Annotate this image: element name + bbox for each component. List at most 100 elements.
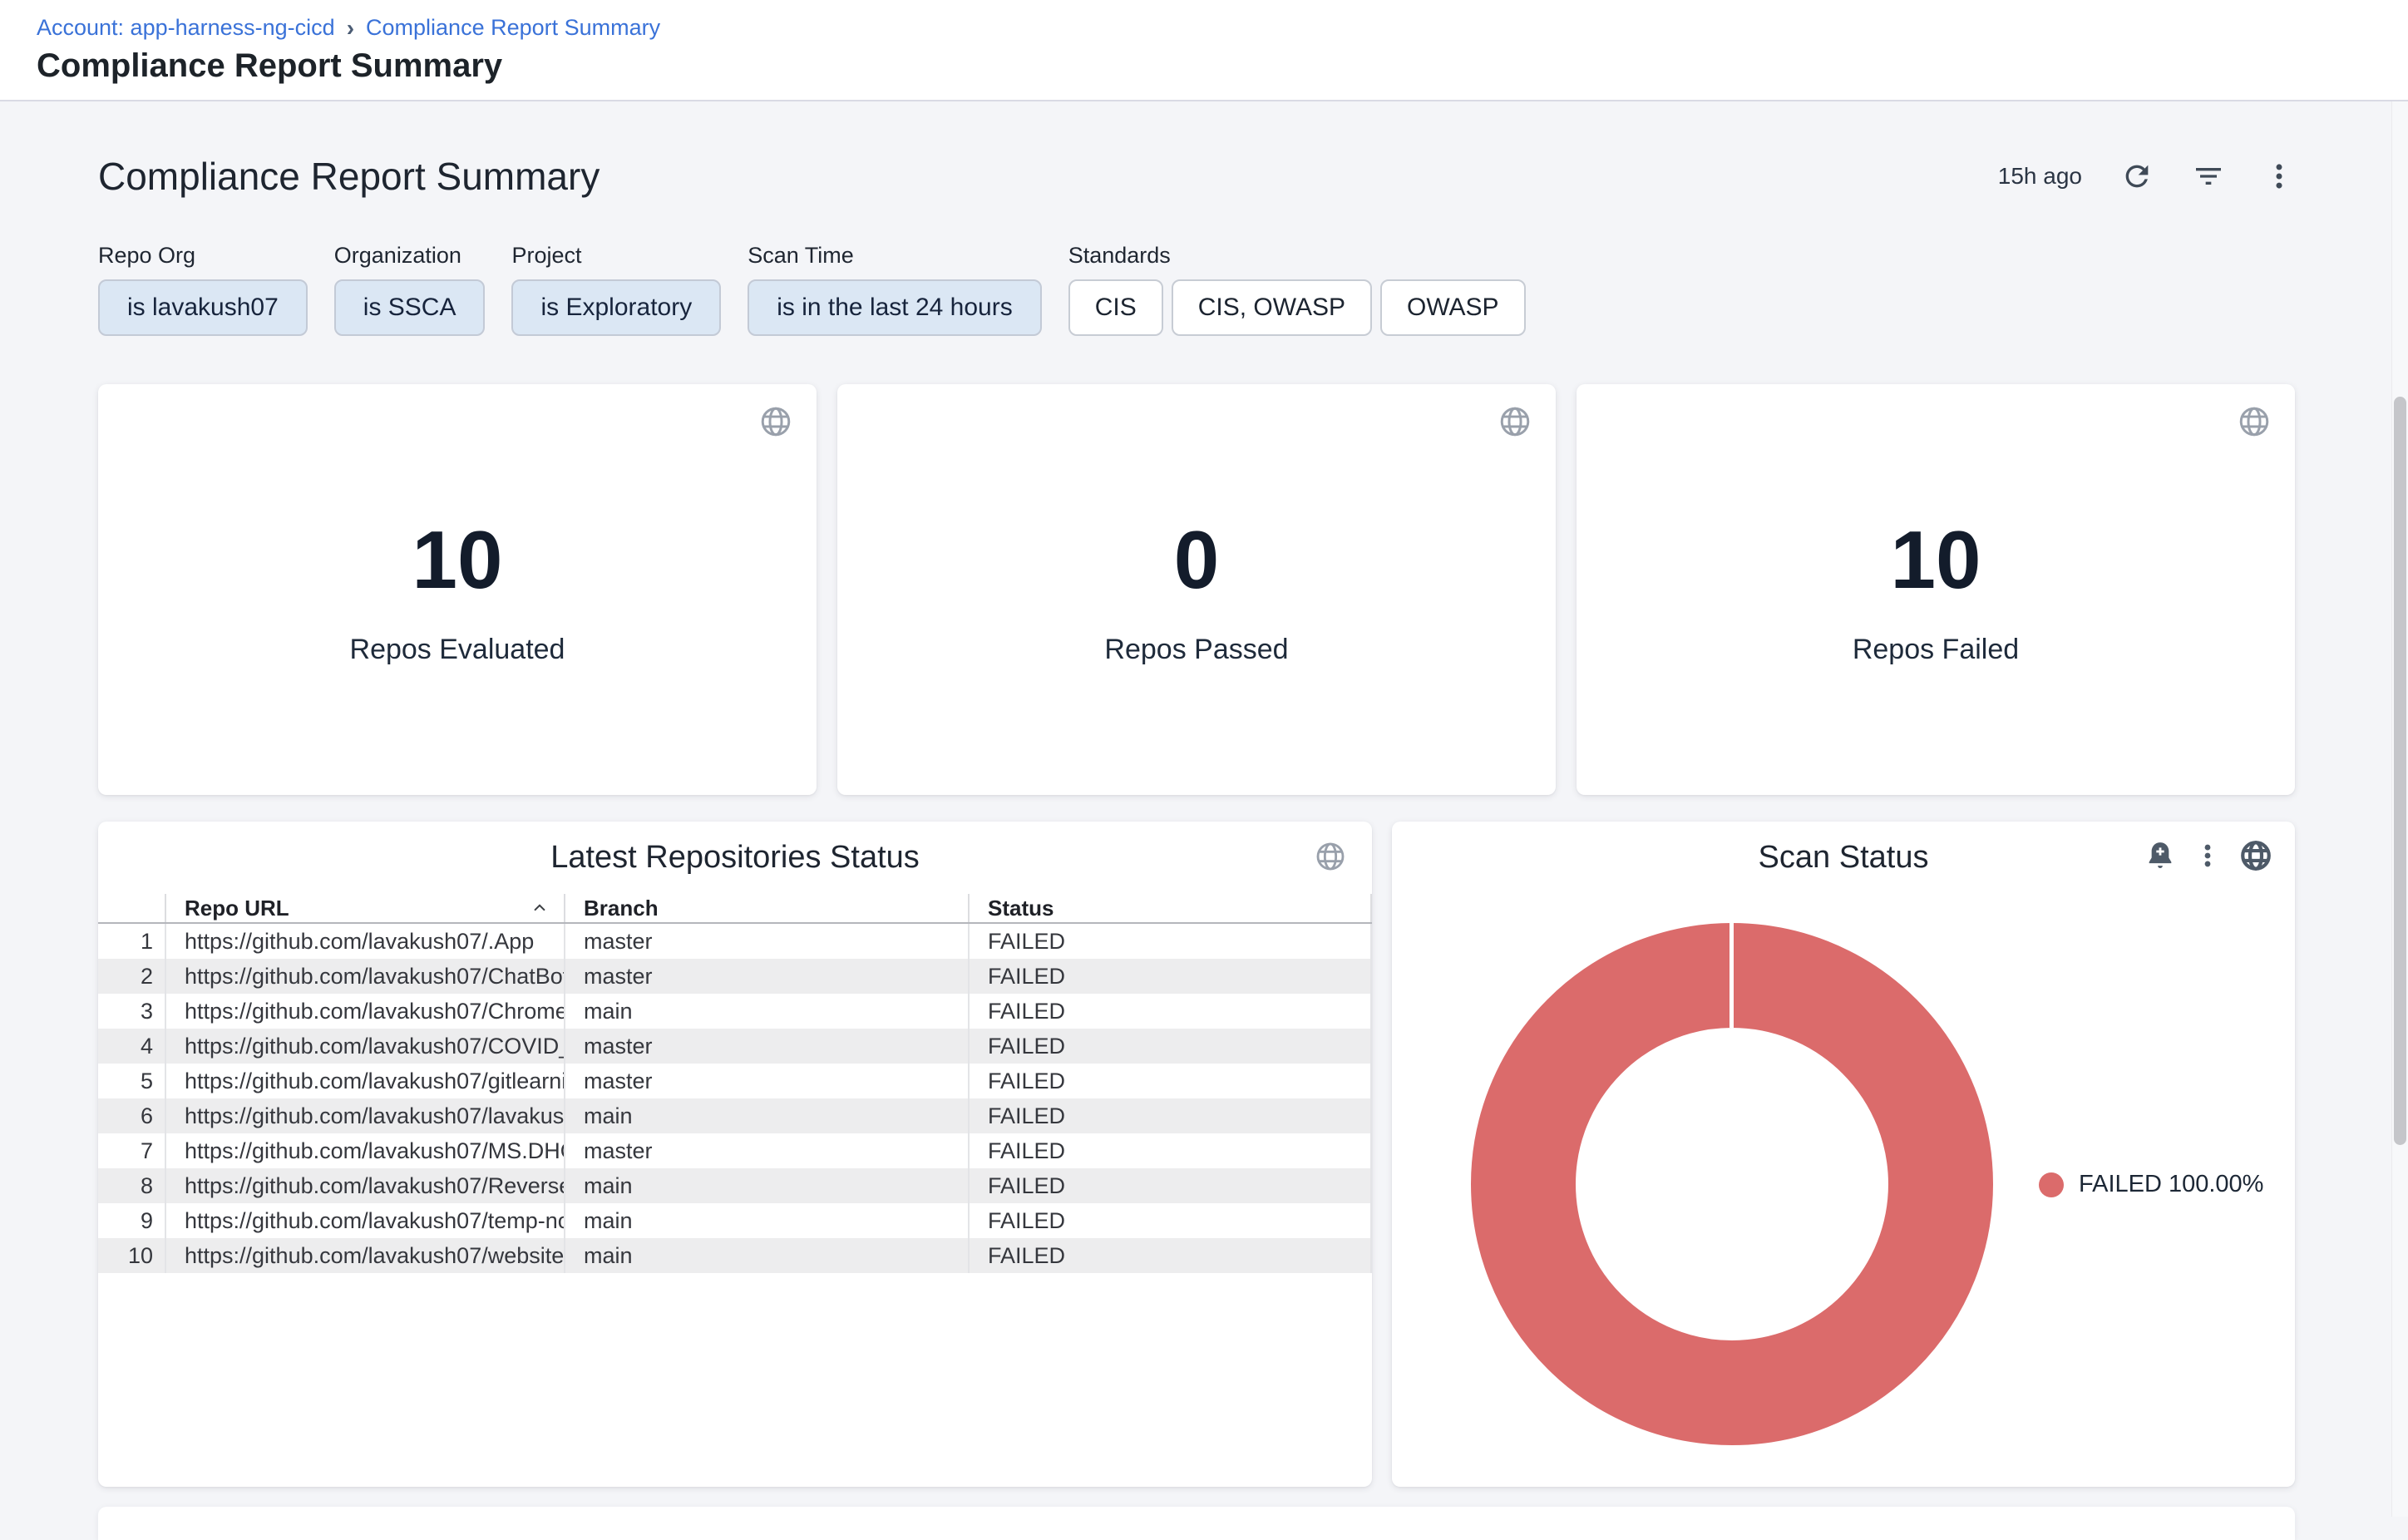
cell-status: FAILED [968, 994, 1372, 1029]
table-row[interactable]: 6 https://github.com/lavakush07/lavakush… [98, 1098, 1372, 1133]
table-row[interactable]: 10 https://github.com/lavakush07/website… [98, 1238, 1372, 1273]
globe-icon[interactable] [758, 404, 793, 439]
page-title: Compliance Report Summary [37, 47, 2408, 85]
cell-branch: main [564, 994, 968, 1029]
refresh-icon [2120, 160, 2154, 193]
cell-branch: main [564, 1168, 968, 1203]
refresh-button[interactable] [2120, 160, 2154, 193]
dashboard-title: Compliance Report Summary [98, 154, 600, 199]
filter-group-repo-org: Repo Org is lavakush07 [98, 243, 308, 336]
bell-plus-icon [2144, 839, 2177, 872]
table-header-row: Repo URL Branch Status [98, 894, 1372, 924]
table-row[interactable]: 1 https://github.com/lavakush07/.App mas… [98, 924, 1372, 959]
filter-chip-repo-org[interactable]: is lavakush07 [98, 279, 308, 336]
row-index: 9 [98, 1203, 165, 1238]
stat-label: Repos Evaluated [350, 634, 565, 666]
kebab-menu-icon [2263, 160, 2295, 192]
globe-icon[interactable] [1314, 840, 1347, 873]
cell-repo-url: https://github.com/lavakush07/gitlearni… [165, 1064, 564, 1098]
dashboard-content: Compliance Report Summary 15h ago [98, 101, 2295, 1540]
cell-branch: master [564, 1064, 968, 1098]
legend-failed-swatch [2039, 1172, 2064, 1197]
breadcrumb-page-link[interactable]: Compliance Report Summary [366, 15, 660, 41]
dashboard-actions: 15h ago [1998, 160, 2295, 193]
column-header-label: Branch [584, 896, 659, 921]
row-index: 1 [98, 924, 165, 959]
column-header-label: Repo URL [185, 896, 289, 921]
table-row[interactable]: 3 https://github.com/lavakush07/Chrome-…… [98, 994, 1372, 1029]
top-header: Account: app-harness-ng-cicd › Complianc… [0, 0, 2408, 101]
table-row[interactable]: 5 https://github.com/lavakush07/gitlearn… [98, 1064, 1372, 1098]
standards-options: CIS CIS, OWASP OWASP [1068, 279, 1526, 336]
standards-option-owasp[interactable]: OWASP [1380, 279, 1526, 336]
cell-branch: master [564, 924, 968, 959]
filter-label: Repo Org [98, 243, 308, 269]
filter-group-project: Project is Exploratory [511, 243, 721, 336]
alert-button[interactable] [2144, 839, 2177, 872]
cell-repo-url: https://github.com/lavakush07/COVID_T… [165, 1029, 564, 1064]
filter-label: Scan Time [748, 243, 1042, 269]
legend-item-failed[interactable]: FAILED 100.00% [2039, 1171, 2263, 1198]
row-index: 3 [98, 994, 165, 1029]
scan-status-card: Scan Status [1392, 822, 2295, 1487]
cell-status: FAILED [968, 1098, 1372, 1133]
row-index: 7 [98, 1133, 165, 1168]
next-card-partial [98, 1507, 2295, 1540]
table-title: Latest Repositories Status [98, 840, 1372, 876]
row-index: 4 [98, 1029, 165, 1064]
filter-label: Organization [334, 243, 486, 269]
stat-value: 0 [1174, 519, 1220, 600]
breadcrumb: Account: app-harness-ng-cicd › Complianc… [37, 15, 2408, 41]
table-row[interactable]: 4 https://github.com/lavakush07/COVID_T…… [98, 1029, 1372, 1064]
filter-label: Project [511, 243, 721, 269]
dashboard-header: Compliance Report Summary 15h ago [98, 153, 2295, 200]
row-index: 8 [98, 1168, 165, 1203]
filter-bar: Repo Org is lavakush07 Organization is S… [98, 243, 2295, 336]
table-row[interactable]: 8 https://github.com/lavakush07/Reverse-… [98, 1168, 1372, 1203]
stat-value: 10 [1890, 519, 1981, 600]
table-row[interactable]: 2 https://github.com/lavakush07/ChatBot … [98, 959, 1372, 994]
standards-option-cis-owasp[interactable]: CIS, OWASP [1172, 279, 1372, 336]
filter-chip-scan-time[interactable]: is in the last 24 hours [748, 279, 1042, 336]
standards-option-cis[interactable]: CIS [1068, 279, 1163, 336]
cell-branch: master [564, 1029, 968, 1064]
kebab-menu-icon [2193, 842, 2222, 870]
table-row[interactable]: 7 https://github.com/lavakush07/MS.DHO… … [98, 1133, 1372, 1168]
cell-repo-url: https://github.com/lavakush07/ChatBot [165, 959, 564, 994]
scan-card-more-button[interactable] [2193, 842, 2222, 870]
stat-label: Repos Passed [1104, 634, 1288, 666]
dashboard-more-button[interactable] [2263, 160, 2295, 192]
column-header-status[interactable]: Status [968, 894, 1372, 922]
scan-status-donut-chart[interactable] [1471, 923, 1993, 1445]
stat-card-row: 10 Repos Evaluated 0 Repos Passed 10 Rep… [98, 384, 2295, 795]
stat-card-repos-evaluated: 10 Repos Evaluated [98, 384, 817, 795]
sort-ascending-icon [529, 897, 550, 919]
cell-status: FAILED [968, 1029, 1372, 1064]
globe-icon[interactable] [2237, 404, 2272, 439]
filter-chip-organization[interactable]: is SSCA [334, 279, 486, 336]
column-header-repo-url[interactable]: Repo URL [165, 894, 564, 922]
cell-status: FAILED [968, 959, 1372, 994]
filter-chip-project[interactable]: is Exploratory [511, 279, 721, 336]
vertical-scrollbar[interactable] [2391, 101, 2408, 1517]
globe-icon[interactable] [2238, 838, 2273, 873]
column-header-branch[interactable]: Branch [564, 894, 968, 922]
dashboard-filter-button[interactable] [2192, 160, 2225, 193]
stat-label: Repos Failed [1853, 634, 2019, 666]
table-row[interactable]: 9 https://github.com/lavakush07/temp-no…… [98, 1203, 1372, 1238]
cell-status: FAILED [968, 1238, 1372, 1273]
cell-branch: main [564, 1098, 968, 1133]
column-header-label: Status [988, 896, 1054, 921]
scrollbar-thumb[interactable] [2394, 397, 2406, 1145]
breadcrumb-account-link[interactable]: Account: app-harness-ng-cicd [37, 15, 335, 41]
cell-status: FAILED [968, 1064, 1372, 1098]
cell-branch: master [564, 1133, 968, 1168]
globe-icon[interactable] [1498, 404, 1532, 439]
row-index: 10 [98, 1238, 165, 1273]
stat-value: 10 [412, 519, 502, 600]
cell-repo-url: https://github.com/lavakush07/website-1 [165, 1238, 564, 1273]
breadcrumb-chevron-icon: › [347, 17, 354, 40]
repo-table: Repo URL Branch Status 1 https://github.… [98, 894, 1372, 1273]
cell-repo-url: https://github.com/lavakush07/lavakush… [165, 1098, 564, 1133]
filter-icon [2192, 160, 2225, 193]
